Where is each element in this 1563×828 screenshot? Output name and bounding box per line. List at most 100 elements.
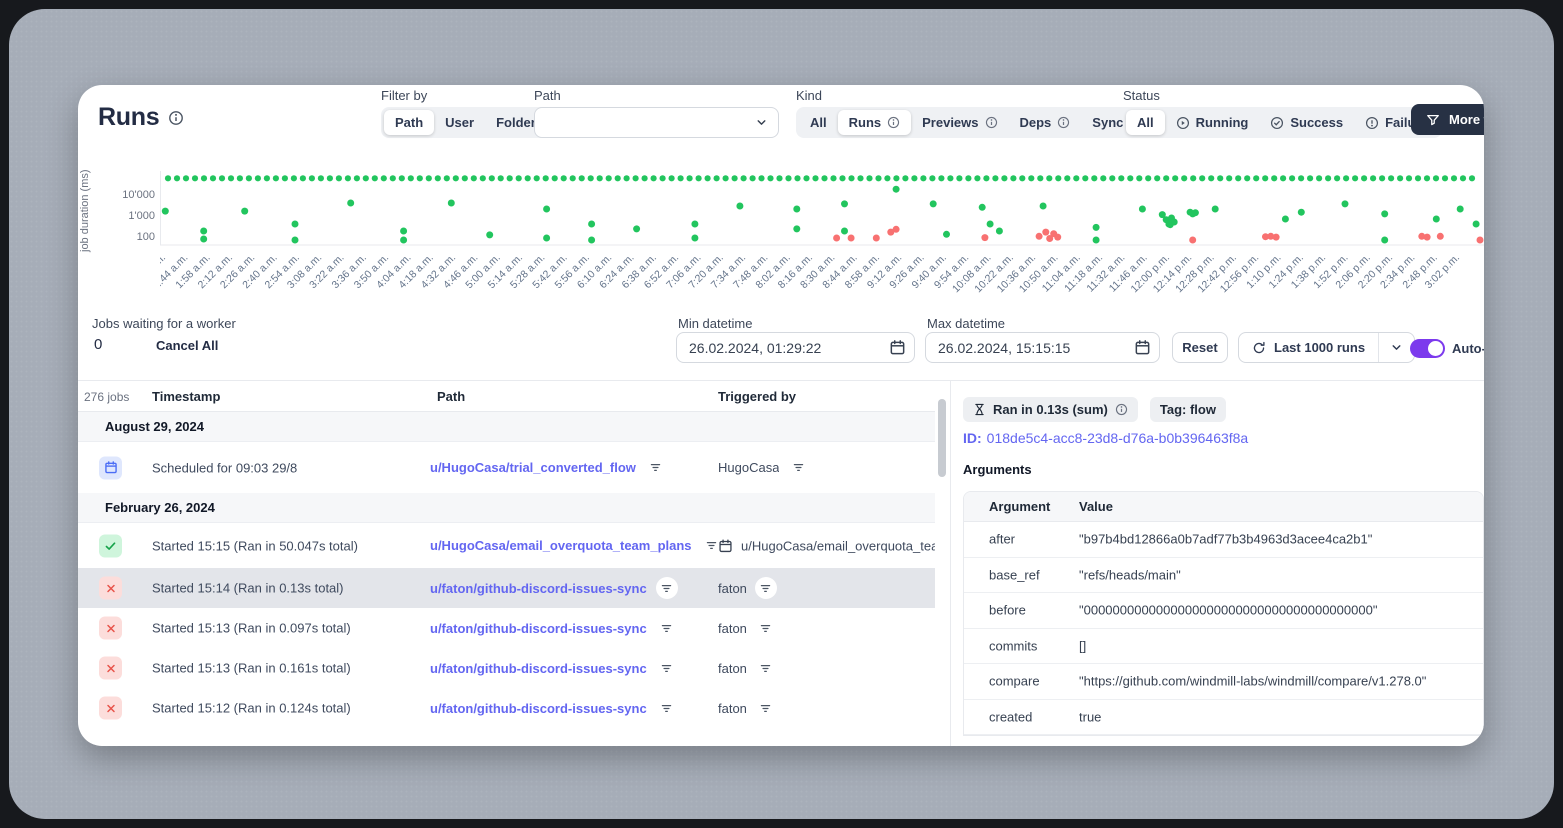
chart-dot-success[interactable] bbox=[347, 200, 354, 207]
job-row[interactable]: Scheduled for 09:03 29/8u/HugoCasa/trial… bbox=[78, 442, 935, 493]
chart-dot-success[interactable] bbox=[736, 203, 743, 210]
kind-option-runs[interactable]: Runs bbox=[838, 110, 912, 135]
chart-dot-success[interactable] bbox=[992, 175, 998, 181]
chart-dot-success[interactable] bbox=[400, 237, 407, 244]
chart-dot-success[interactable] bbox=[821, 175, 827, 181]
chart-dot-success[interactable] bbox=[507, 175, 513, 181]
calendar-icon[interactable] bbox=[889, 339, 906, 356]
chart-dot-success[interactable] bbox=[273, 175, 279, 181]
chart-dot-failure[interactable] bbox=[873, 235, 880, 242]
status-option-all[interactable]: All bbox=[1126, 110, 1165, 135]
chart-dot-success[interactable] bbox=[803, 175, 809, 181]
chart-dot-success[interactable] bbox=[1457, 206, 1464, 213]
chart-dot-success[interactable] bbox=[597, 175, 603, 181]
chart-dot-success[interactable] bbox=[1433, 175, 1439, 181]
chart-dot-success[interactable] bbox=[723, 175, 729, 181]
chart-dot-success[interactable] bbox=[183, 175, 189, 181]
chart-dot-success[interactable] bbox=[309, 175, 315, 181]
chart-dot-success[interactable] bbox=[1334, 175, 1340, 181]
chart-dot-success[interactable] bbox=[1181, 175, 1187, 181]
chart-dot-success[interactable] bbox=[678, 175, 684, 181]
chart-dot-success[interactable] bbox=[1289, 175, 1295, 181]
chart-dot-success[interactable] bbox=[1473, 221, 1480, 228]
chart-dot-success[interactable] bbox=[1167, 221, 1174, 228]
chart-dot-success[interactable] bbox=[785, 175, 791, 181]
chart-dot-success[interactable] bbox=[1451, 175, 1457, 181]
chart-dot-success[interactable] bbox=[1381, 237, 1388, 244]
chart-dot-success[interactable] bbox=[758, 175, 764, 181]
chart-dot-success[interactable] bbox=[1388, 175, 1394, 181]
chart-dot-success[interactable] bbox=[1109, 175, 1115, 181]
chart-dot-success[interactable] bbox=[588, 221, 595, 228]
chart-dot-success[interactable] bbox=[1352, 175, 1358, 181]
chart-dot-success[interactable] bbox=[938, 175, 944, 181]
chart-dot-success[interactable] bbox=[705, 175, 711, 181]
chart-dot-success[interactable] bbox=[1460, 175, 1466, 181]
more-filters-button[interactable]: More filters bbox=[1411, 104, 1484, 135]
chart-dot-success[interactable] bbox=[543, 206, 550, 213]
chart-dot-success[interactable] bbox=[943, 231, 950, 238]
chart-dot-failure[interactable] bbox=[1424, 234, 1431, 241]
job-path-link[interactable]: u/faton/github-discord-issues-sync bbox=[430, 661, 647, 676]
chart-dot-success[interactable] bbox=[327, 175, 333, 181]
chart-dot-success[interactable] bbox=[1262, 175, 1268, 181]
chart-dot-success[interactable] bbox=[1145, 175, 1151, 181]
chart-dot-success[interactable] bbox=[1190, 175, 1196, 181]
chart-dot-success[interactable] bbox=[1091, 175, 1097, 181]
filter-by-path-button[interactable] bbox=[656, 697, 678, 719]
status-option-running[interactable]: Running bbox=[1165, 110, 1260, 135]
chart-dot-success[interactable] bbox=[1244, 175, 1250, 181]
chart-dot-success[interactable] bbox=[408, 175, 414, 181]
filter-by-path-button[interactable] bbox=[645, 457, 667, 479]
kind-option-all[interactable]: All bbox=[799, 110, 838, 135]
runs-duration-chart[interactable]: 1:30 a.m.1:44 a.m.1:58 a.m.2:12 a.m.2:26… bbox=[160, 155, 1484, 323]
kind-option-deps[interactable]: Deps bbox=[1009, 110, 1082, 135]
chart-dot-success[interactable] bbox=[1010, 175, 1016, 181]
chart-dot-failure[interactable] bbox=[1477, 237, 1484, 244]
chart-dot-success[interactable] bbox=[857, 175, 863, 181]
chart-dot-success[interactable] bbox=[651, 175, 657, 181]
chart-dot-success[interactable] bbox=[1139, 206, 1146, 213]
filter-by-user-button[interactable] bbox=[787, 457, 809, 479]
chart-dot-success[interactable] bbox=[1001, 175, 1007, 181]
chart-dot-failure[interactable] bbox=[1189, 237, 1196, 244]
chart-dot-success[interactable] bbox=[345, 175, 351, 181]
chart-dot-success[interactable] bbox=[1082, 175, 1088, 181]
chart-dot-success[interactable] bbox=[516, 175, 522, 181]
chart-dot-success[interactable] bbox=[1406, 175, 1412, 181]
chart-dot-success[interactable] bbox=[1469, 175, 1475, 181]
chart-dot-success[interactable] bbox=[453, 175, 459, 181]
chart-dot-success[interactable] bbox=[1235, 175, 1241, 181]
chart-dot-success[interactable] bbox=[162, 208, 169, 215]
chart-dot-success[interactable] bbox=[372, 175, 378, 181]
chart-dot-success[interactable] bbox=[1037, 175, 1043, 181]
chart-dot-failure[interactable] bbox=[1042, 229, 1049, 236]
chart-dot-success[interactable] bbox=[1127, 175, 1133, 181]
vertical-scrollbar[interactable] bbox=[938, 399, 946, 477]
filter-by-user-button[interactable] bbox=[755, 577, 777, 599]
chart-dot-success[interactable] bbox=[480, 175, 486, 181]
filter-by-path-button[interactable] bbox=[656, 657, 678, 679]
chart-dot-success[interactable] bbox=[947, 175, 953, 181]
chart-dot-success[interactable] bbox=[1307, 175, 1313, 181]
chart-dot-success[interactable] bbox=[264, 175, 270, 181]
chart-dot-success[interactable] bbox=[1064, 175, 1070, 181]
auto-refresh-toggle[interactable] bbox=[1410, 339, 1445, 358]
chart-dot-success[interactable] bbox=[866, 175, 872, 181]
chart-dot-success[interactable] bbox=[920, 175, 926, 181]
chart-dot-success[interactable] bbox=[588, 237, 595, 244]
chart-dot-success[interactable] bbox=[1280, 175, 1286, 181]
chart-dot-success[interactable] bbox=[1028, 175, 1034, 181]
chart-dot-success[interactable] bbox=[884, 175, 890, 181]
job-path-link[interactable]: u/HugoCasa/email_overquota_team_plans bbox=[430, 538, 692, 553]
chart-dot-success[interactable] bbox=[292, 221, 299, 228]
chart-dot-success[interactable] bbox=[1433, 216, 1440, 223]
job-row[interactable]: Started 15:14 (Ran in 0.13s total)u/fato… bbox=[78, 568, 935, 608]
cancel-all-button[interactable]: Cancel All bbox=[156, 338, 218, 353]
chart-dot-success[interactable] bbox=[561, 175, 567, 181]
job-row[interactable]: Started 15:12 (Ran in 0.124s total)u/fat… bbox=[78, 688, 935, 728]
chart-dot-success[interactable] bbox=[732, 175, 738, 181]
chart-dot-success[interactable] bbox=[228, 175, 234, 181]
chart-dot-failure[interactable] bbox=[981, 234, 988, 241]
chart-dot-success[interactable] bbox=[292, 237, 299, 244]
